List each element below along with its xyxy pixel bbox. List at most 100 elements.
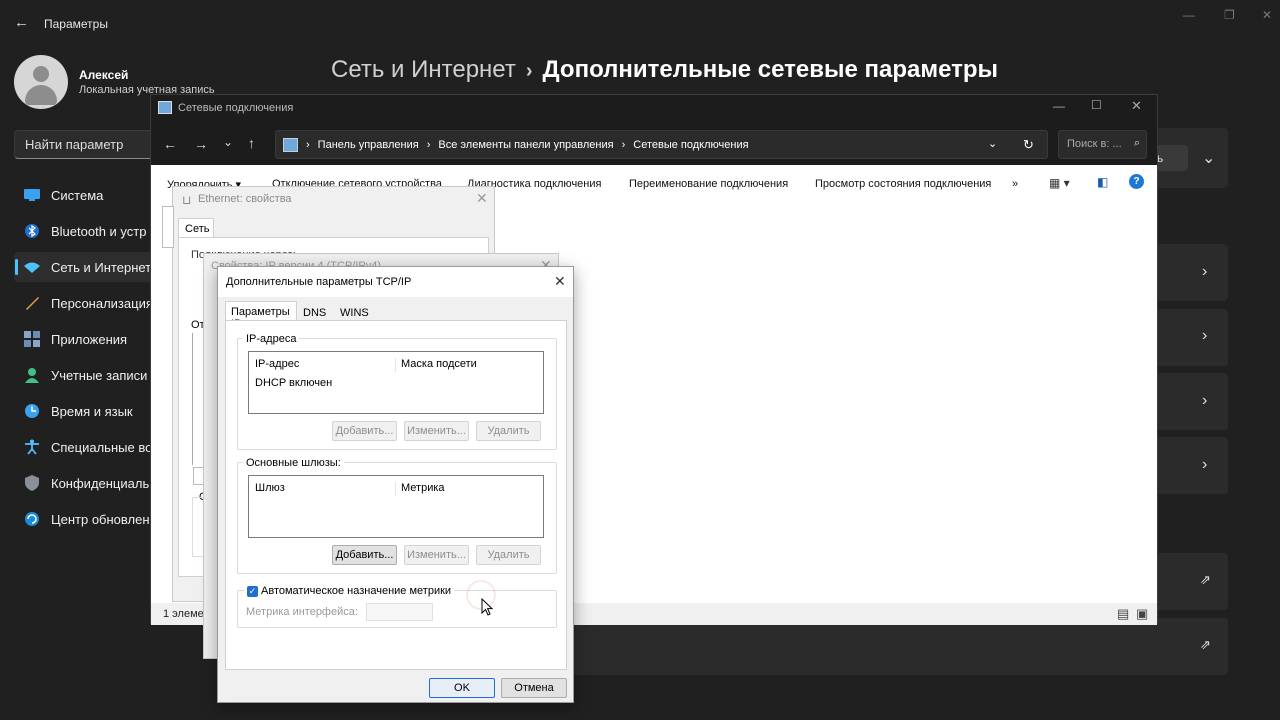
view-status-button[interactable]: Просмотр состояния подключения (815, 178, 991, 190)
chevron-down-icon[interactable]: ⌄ (1202, 148, 1215, 168)
back-arrow-icon[interactable]: ← (163, 136, 177, 152)
address-bar[interactable]: › Панель управления › Все элементы панел… (275, 130, 1048, 159)
back-arrow-icon[interactable]: ← (14, 14, 29, 31)
breadcrumb-separator: › (525, 60, 533, 82)
tab-dns[interactable]: DNS (303, 307, 326, 319)
avatar[interactable] (14, 55, 68, 109)
nav-item-privacy[interactable]: Конфиденциаль (14, 468, 154, 498)
maximize-icon[interactable]: ❐ (1224, 8, 1235, 22)
active-indicator (15, 259, 18, 275)
update-icon (23, 510, 41, 528)
nav-item-update[interactable]: Центр обновлен (14, 504, 154, 534)
clock-globe-icon (23, 402, 41, 420)
view-options-icon[interactable]: ▦ ▾ (1049, 176, 1070, 190)
chevron-right-icon[interactable]: › (1202, 392, 1207, 410)
recent-chevron-icon[interactable]: ⌄ (223, 135, 233, 149)
nav-label: Учетные записи (51, 367, 148, 383)
nav-item-system[interactable]: Система (14, 180, 154, 210)
settings-card[interactable] (1158, 373, 1228, 430)
window-title: Сетевые подключения (178, 102, 294, 114)
close-icon[interactable]: ✕ (554, 273, 566, 290)
minimize-icon[interactable]: — (1053, 99, 1065, 113)
breadcrumb-parent[interactable]: Сеть и Интернет (331, 56, 516, 83)
tiles-view-icon[interactable]: ▣ (1136, 606, 1148, 622)
breadcrumb: Сеть и Интернет › Дополнительные сетевые п… (331, 56, 998, 84)
nav-item-bluetooth[interactable]: Bluetooth и устр (14, 216, 154, 246)
column-header-ip[interactable]: IP-адрес (255, 358, 299, 370)
close-icon[interactable]: ✕ (476, 190, 488, 207)
auto-metric-checkbox[interactable]: ✓ (247, 585, 258, 597)
list-item[interactable]: DHCP включен (255, 377, 332, 389)
explorer-search-input[interactable]: Поиск в: ... ⌕ (1058, 130, 1147, 159)
rename-button[interactable]: Переименование подключения (629, 178, 788, 190)
window-titlebar: Сетевые подключения — ☐ ✕ (151, 95, 1157, 121)
add-gateway-button[interactable]: Добавить... (332, 545, 397, 565)
nav-item-accounts[interactable]: Учетные записи (14, 360, 154, 390)
tab-panel: IP-адреса IP-адрес Маска подсети DHCP вк… (225, 320, 567, 670)
nav-label: Приложения (51, 331, 128, 347)
column-divider (395, 482, 396, 496)
gateways-group-label: Основные шлюзы: (243, 457, 344, 469)
nav-item-apps[interactable]: Приложения (14, 324, 154, 354)
chevron-right-icon[interactable]: › (1202, 456, 1207, 474)
maximize-icon[interactable]: ☐ (1091, 98, 1102, 112)
settings-card[interactable] (1158, 309, 1228, 366)
tab-network[interactable]: Сеть (178, 218, 214, 238)
ip-address-list[interactable]: IP-адрес Маска подсети DHCP включен (248, 351, 544, 414)
address-segment[interactable]: Панель управления (318, 139, 419, 151)
refresh-icon[interactable]: ↻ (1023, 137, 1034, 153)
column-header-gateway[interactable]: Шлюз (255, 482, 285, 494)
interface-metric-input[interactable] (366, 603, 433, 621)
tab-ip-settings[interactable]: Параметры IP (225, 301, 297, 330)
preview-pane-icon[interactable]: ◧ (1097, 175, 1108, 189)
external-link-icon[interactable]: ⇗ (1200, 572, 1211, 588)
nav-item-accessibility[interactable]: Специальные во (14, 432, 154, 462)
nav-label: Сеть и Интернет (51, 259, 152, 275)
remove-gateway-button[interactable]: Удалить (476, 545, 541, 565)
details-view-icon[interactable]: ▤ (1117, 606, 1129, 622)
chevron-right-icon[interactable]: › (1202, 327, 1207, 345)
settings-search-input[interactable]: Найти параметр (14, 130, 170, 159)
control-panel-icon (283, 137, 298, 152)
column-header-metric[interactable]: Метрика (401, 482, 445, 494)
cancel-button[interactable]: Отмена (501, 678, 567, 698)
nav-item-time-language[interactable]: Время и язык (14, 396, 154, 426)
external-link-icon[interactable]: ⇗ (1200, 637, 1211, 653)
address-segment[interactable]: Все элементы панели управления (438, 139, 613, 151)
app-title: Параметры (44, 17, 108, 31)
minimize-icon[interactable]: — (1183, 8, 1195, 22)
column-divider (395, 358, 396, 372)
close-icon[interactable]: ✕ (1262, 8, 1272, 22)
remove-ip-button[interactable]: Удалить (476, 421, 541, 441)
nav-label: Bluetooth и устр (51, 223, 147, 239)
ok-button[interactable]: OK (429, 678, 495, 698)
more-commands-button[interactable]: » (1012, 178, 1018, 190)
address-segment[interactable]: Сетевые подключения (633, 139, 748, 151)
nav-item-network[interactable]: Сеть и Интернет (14, 252, 154, 282)
settings-card[interactable] (1158, 553, 1228, 610)
add-ip-button[interactable]: Добавить... (332, 421, 397, 441)
help-icon[interactable]: ? (1129, 174, 1144, 189)
auto-metric-label: Автоматическое назначение метрики (261, 585, 452, 597)
ip-group-label: IP-адреса (243, 333, 300, 345)
edit-ip-button[interactable]: Изменить... (404, 421, 469, 441)
forward-arrow-icon[interactable]: → (194, 136, 208, 152)
column-header-mask[interactable]: Маска подсети (401, 358, 477, 370)
settings-card[interactable] (1158, 244, 1228, 301)
tab-wins[interactable]: WINS (340, 307, 369, 319)
nav-label: Конфиденциаль (51, 475, 150, 491)
gateway-list[interactable]: Шлюз Метрика (248, 475, 544, 538)
edit-gateway-button[interactable]: Изменить... (404, 545, 469, 565)
chevron-right-icon[interactable]: › (1202, 263, 1207, 281)
close-icon[interactable]: ✕ (1131, 98, 1142, 114)
network-adapter-icon: ⊔ (182, 193, 192, 207)
settings-card[interactable] (1158, 437, 1228, 494)
nav-item-personalization[interactable]: Персонализация (14, 288, 154, 318)
bluetooth-icon (23, 222, 41, 240)
settings-card[interactable] (555, 618, 1228, 675)
wifi-icon (23, 258, 41, 276)
address-dropdown-icon[interactable]: ⌄ (988, 137, 997, 150)
search-icon: ⌕ (1133, 137, 1140, 149)
up-arrow-icon[interactable]: ↑ (248, 135, 255, 151)
person-icon (23, 366, 41, 384)
